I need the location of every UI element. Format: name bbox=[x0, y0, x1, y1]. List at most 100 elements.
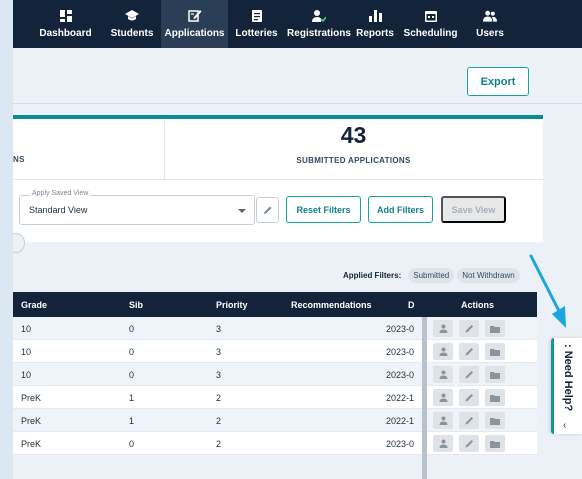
edit-row-button[interactable] bbox=[459, 435, 479, 452]
priority-cell: 3 bbox=[216, 324, 222, 334]
table-row[interactable]: PreK 1 2 2022-1 bbox=[13, 386, 537, 409]
nav-dashboard[interactable]: Dashboard bbox=[28, 0, 103, 48]
page-header: Export bbox=[13, 48, 582, 104]
sib-cell: 1 bbox=[129, 393, 135, 403]
filter-chip-not-withdrawn[interactable]: Not Withdrawn bbox=[457, 267, 520, 283]
sib-cell: 0 bbox=[129, 324, 135, 334]
col-priority[interactable]: Priority bbox=[216, 300, 248, 310]
stat-label-truncated: NS bbox=[13, 155, 25, 164]
user-icon bbox=[439, 389, 448, 407]
nav-registrations[interactable]: Registrations bbox=[285, 0, 353, 48]
folder-icon bbox=[490, 389, 500, 407]
date-cell: 2023-0 bbox=[386, 347, 415, 357]
collapse-toggle[interactable] bbox=[13, 233, 25, 253]
date-cell: 2022-1 bbox=[386, 416, 415, 426]
table-row[interactable]: 10 0 3 2023-0 bbox=[13, 363, 537, 386]
top-nav: Dashboard Students Applications Lotterie… bbox=[13, 0, 582, 48]
nav-label: Users bbox=[476, 28, 504, 39]
grade-cell: PreK bbox=[21, 416, 42, 426]
clipboard-icon bbox=[250, 9, 264, 22]
date-cell: 2023-0 bbox=[386, 370, 415, 380]
user-icon bbox=[439, 412, 448, 430]
table-row[interactable]: 10 0 3 2023-0 bbox=[13, 340, 537, 363]
nav-applications[interactable]: Applications bbox=[161, 0, 228, 48]
applied-filters: Applied Filters: Submitted Not Withdrawn bbox=[343, 267, 520, 283]
table-row[interactable]: PreK 0 2 2023-0 bbox=[13, 432, 537, 455]
folder-row-button[interactable] bbox=[485, 389, 505, 406]
export-button[interactable]: Export bbox=[467, 67, 529, 96]
chevron-left-icon[interactable]: ‹ bbox=[563, 420, 566, 431]
view-user-button[interactable] bbox=[433, 366, 453, 383]
view-user-button[interactable] bbox=[433, 343, 453, 360]
nav-scheduling[interactable]: Scheduling bbox=[397, 0, 464, 48]
view-user-button[interactable] bbox=[433, 389, 453, 406]
col-recommendations[interactable]: Recommendations bbox=[291, 300, 372, 310]
nav-reports[interactable]: Reports bbox=[353, 0, 397, 48]
nav-lotteries[interactable]: Lotteries bbox=[228, 0, 285, 48]
save-view-button[interactable]: Save View bbox=[441, 196, 506, 223]
col-grade[interactable]: Grade bbox=[21, 300, 47, 310]
edit-row-button[interactable] bbox=[459, 389, 479, 406]
sib-cell: 0 bbox=[129, 439, 135, 449]
view-user-button[interactable] bbox=[433, 320, 453, 337]
folder-icon bbox=[490, 435, 500, 453]
saved-view-select[interactable]: Apply Saved View Standard View bbox=[19, 190, 255, 225]
folder-row-button[interactable] bbox=[485, 366, 505, 383]
edit-row-button[interactable] bbox=[459, 412, 479, 429]
applications-table: Grade Sib Priority Recommendations D Act… bbox=[13, 292, 537, 479]
reset-filters-button[interactable]: Reset Filters bbox=[286, 196, 361, 223]
user-icon bbox=[439, 435, 448, 453]
pencil-icon bbox=[465, 389, 474, 407]
user-icon bbox=[439, 366, 448, 384]
folder-row-button[interactable] bbox=[485, 412, 505, 429]
view-user-button[interactable] bbox=[433, 435, 453, 452]
sib-cell: 1 bbox=[129, 416, 135, 426]
submitted-count: 43 bbox=[340, 122, 367, 148]
nav-label: Lotteries bbox=[235, 28, 278, 39]
pencil-icon bbox=[465, 412, 474, 430]
need-help-tab[interactable]: : Need Help? ‹ bbox=[551, 338, 582, 434]
nav-label: Students bbox=[110, 28, 154, 39]
nav-students[interactable]: Students bbox=[103, 0, 161, 48]
saved-view-legend: Apply Saved View bbox=[30, 190, 91, 197]
folder-icon bbox=[490, 320, 500, 338]
view-user-button[interactable] bbox=[433, 412, 453, 429]
priority-cell: 3 bbox=[216, 370, 222, 380]
saved-view-value: Standard View bbox=[29, 205, 88, 215]
edit-row-button[interactable] bbox=[459, 320, 479, 337]
nav-label: Applications bbox=[164, 28, 225, 39]
dashboard-icon bbox=[59, 9, 73, 22]
edit-view-button[interactable] bbox=[256, 197, 279, 223]
priority-cell: 2 bbox=[216, 393, 222, 403]
table-body: 10 0 3 2023-0 10 0 3 2023-0 10 0 3 2023-0 PreK 1 2 2022… bbox=[13, 317, 537, 455]
edit-row-button[interactable] bbox=[459, 343, 479, 360]
col-date[interactable]: D bbox=[408, 300, 415, 310]
folder-row-button[interactable] bbox=[485, 320, 505, 337]
stats-card: NS 43 SUBMITTED APPLICATIONS bbox=[13, 115, 543, 179]
scrollbar-thumb[interactable] bbox=[422, 317, 427, 479]
add-filters-button[interactable]: Add Filters bbox=[368, 196, 433, 223]
folder-row-button[interactable] bbox=[485, 435, 505, 452]
calendar-icon bbox=[424, 9, 438, 22]
grade-cell: PreK bbox=[21, 393, 42, 403]
pencil-icon bbox=[263, 203, 273, 218]
table-row[interactable]: PreK 1 2 2022-1 bbox=[13, 409, 537, 432]
grade-cell: 10 bbox=[21, 370, 32, 380]
col-actions: Actions bbox=[461, 300, 495, 310]
table-row[interactable]: 10 0 3 2023-0 bbox=[13, 317, 537, 340]
grade-cell: 10 bbox=[21, 324, 32, 334]
submitted-label: SUBMITTED APPLICATIONS bbox=[296, 156, 411, 165]
users-icon bbox=[483, 9, 497, 22]
nav-users[interactable]: Users bbox=[464, 0, 516, 48]
graduation-cap-icon bbox=[125, 9, 139, 22]
left-panel-edge bbox=[0, 0, 13, 479]
user-icon bbox=[439, 320, 448, 338]
filter-chip-submitted[interactable]: Submitted bbox=[408, 267, 455, 283]
edit-row-button[interactable] bbox=[459, 366, 479, 383]
folder-icon bbox=[490, 343, 500, 361]
folder-row-button[interactable] bbox=[485, 343, 505, 360]
grade-cell: 10 bbox=[21, 347, 32, 357]
nav-label: Reports bbox=[356, 28, 394, 39]
sib-cell: 0 bbox=[129, 347, 135, 357]
col-sib[interactable]: Sib bbox=[129, 300, 143, 310]
